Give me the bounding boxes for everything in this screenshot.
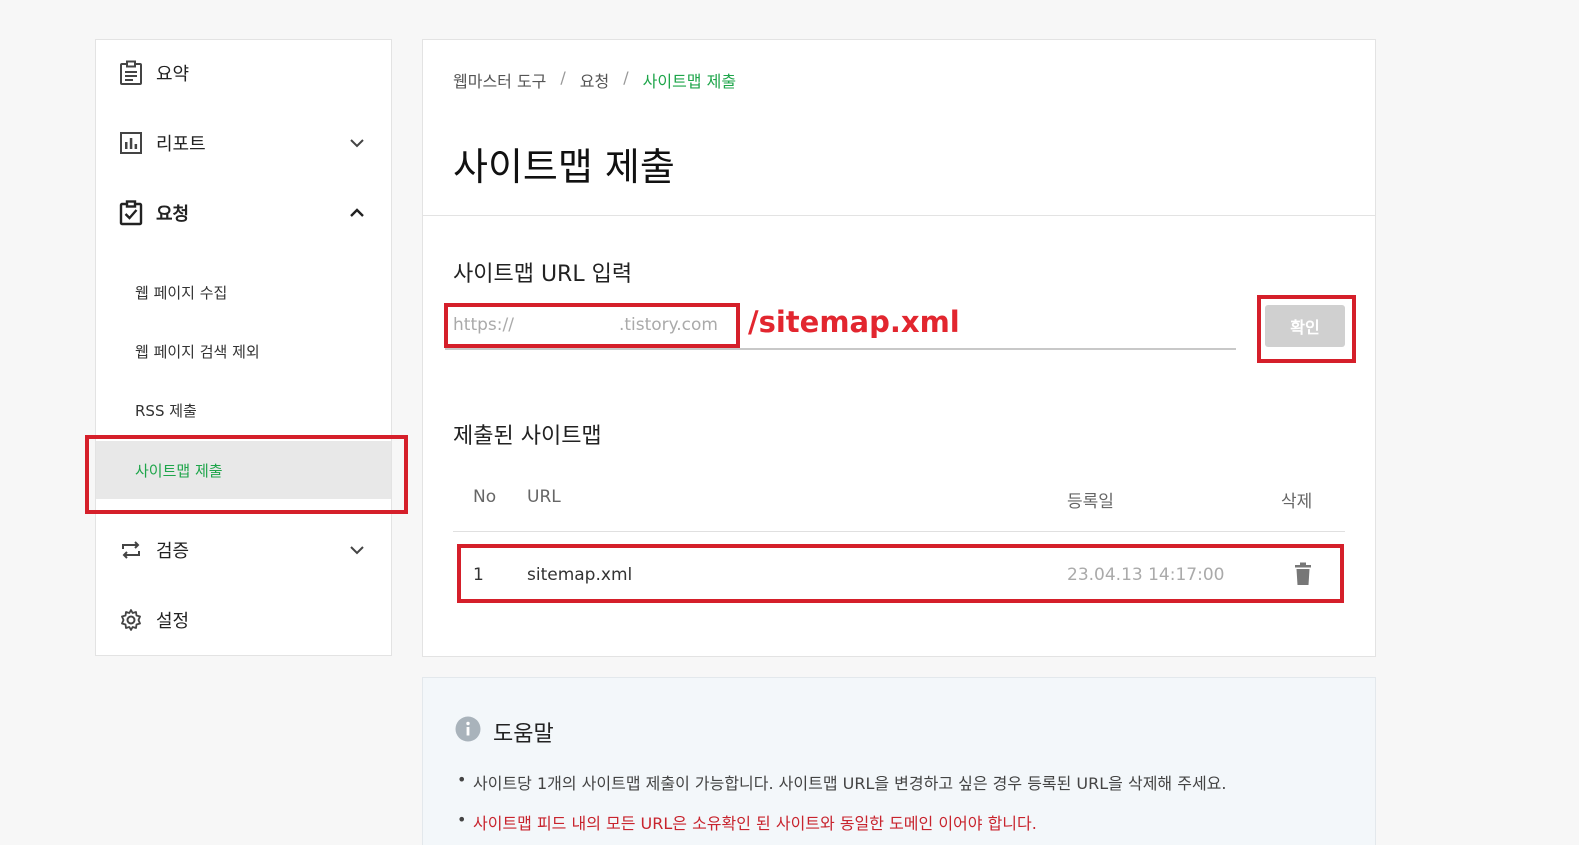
divider — [423, 215, 1375, 216]
sidebar-subitem-rss-submit[interactable]: RSS 제출 — [96, 381, 391, 439]
url-suffix-annotation: /sitemap.xml — [748, 305, 960, 339]
chevron-down-icon — [350, 546, 364, 555]
clipboard-icon — [118, 60, 144, 86]
gear-icon — [118, 607, 144, 633]
url-input-underline — [445, 348, 1236, 350]
page-title: 사이트맵 제출 — [453, 145, 675, 189]
sidebar-item-label: 검증 — [156, 541, 190, 562]
breadcrumb-separator: / — [560, 68, 566, 87]
chevron-up-icon — [350, 208, 364, 217]
breadcrumb-item[interactable]: 웹마스터 도구 — [453, 68, 546, 92]
sidebar-item-settings[interactable]: 설정 — [96, 595, 391, 645]
info-icon — [455, 716, 481, 742]
sidebar-item-verify[interactable]: 검증 — [96, 525, 391, 575]
submitted-sitemaps-label: 제출된 사이트맵 — [453, 424, 602, 449]
column-header-delete: 삭제 — [1281, 492, 1313, 512]
sidebar-item-summary[interactable]: 요약 — [96, 48, 391, 98]
help-panel: 도움말 사이트당 1개의 사이트맵 제출이 가능합니다. 사이트맵 URL을 변… — [422, 677, 1376, 845]
sidebar-subitem-web-page-crawl[interactable]: 웹 페이지 수집 — [96, 263, 391, 321]
chevron-down-icon — [350, 139, 364, 148]
sidebar-subitem-label: RSS 제출 — [135, 401, 197, 420]
help-line: 사이트당 1개의 사이트맵 제출이 가능합니다. 사이트맵 URL을 변경하고 … — [457, 770, 1226, 794]
url-input-label: 사이트맵 URL 입력 — [453, 262, 633, 287]
column-header-no: No — [473, 487, 497, 507]
breadcrumb: 웹마스터 도구 / 요청 / 사이트맵 제출 — [453, 68, 736, 92]
annotation-box-confirm — [1257, 295, 1356, 363]
annotation-box-url-input — [444, 303, 740, 348]
repeat-icon — [118, 537, 144, 563]
help-line-warning: 사이트맵 피드 내의 모든 URL은 소유확인 된 사이트와 동일한 도메인 이… — [457, 810, 1037, 834]
annotation-box-sidebar — [85, 435, 408, 514]
sidebar-item-request[interactable]: 요청 — [96, 188, 391, 238]
sidebar-item-label: 요청 — [156, 204, 190, 225]
column-header-date: 등록일 — [1067, 492, 1114, 512]
sidebar-item-label: 설정 — [156, 611, 190, 632]
annotation-box-table-row — [457, 544, 1344, 603]
table-header-divider — [453, 531, 1345, 532]
breadcrumb-current: 사이트맵 제출 — [642, 72, 737, 91]
sidebar-subitem-label: 웹 페이지 수집 — [135, 283, 228, 302]
bar-chart-icon — [118, 130, 144, 156]
sidebar-item-label: 요약 — [156, 64, 190, 85]
breadcrumb-separator: / — [623, 68, 629, 87]
sidebar-item-label: 리포트 — [156, 134, 206, 155]
help-title: 도움말 — [493, 722, 554, 747]
clipboard-check-icon — [118, 200, 144, 226]
sidebar-subitem-web-page-exclude[interactable]: 웹 페이지 검색 제외 — [96, 322, 391, 380]
sidebar-item-report[interactable]: 리포트 — [96, 118, 391, 168]
sidebar: 요약 리포트 요청 웹 페이지 수집 웹 페이지 검색 제외 RSS 제출 사이… — [95, 39, 392, 656]
column-header-url: URL — [527, 487, 561, 507]
sidebar-subitem-label: 웹 페이지 검색 제외 — [135, 342, 260, 361]
breadcrumb-item[interactable]: 요청 — [580, 68, 609, 92]
